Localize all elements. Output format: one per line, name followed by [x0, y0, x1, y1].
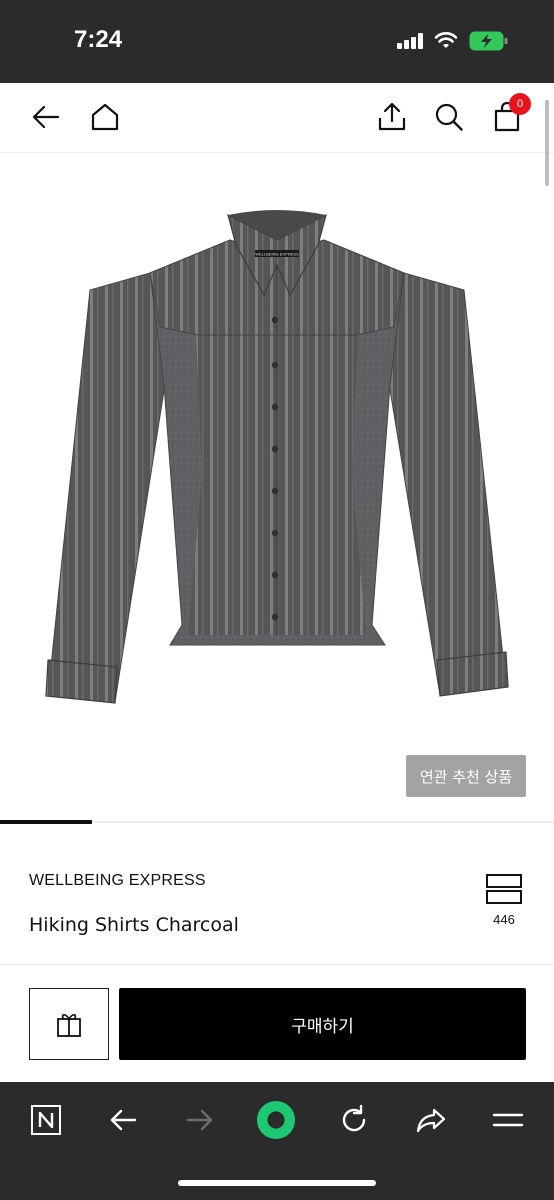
image-pager-active	[0, 820, 92, 824]
back-icon[interactable]	[103, 1100, 143, 1140]
cellular-signal-icon	[397, 33, 423, 49]
menu-icon[interactable]	[488, 1100, 528, 1140]
forward-icon[interactable]	[180, 1100, 220, 1140]
home-icon[interactable]	[89, 101, 121, 133]
related-products-button[interactable]: 연관 추천 상품	[406, 755, 526, 797]
back-arrow-icon[interactable]	[30, 101, 62, 133]
naver-logo-icon[interactable]	[26, 1100, 66, 1140]
scroll-indicator[interactable]	[545, 100, 549, 186]
like-count: 446	[493, 912, 515, 927]
status-time: 7:24	[74, 26, 123, 53]
gift-icon	[57, 1014, 81, 1037]
share-icon[interactable]	[376, 101, 408, 133]
buy-button[interactable]: 구매하기	[119, 988, 526, 1060]
product-image[interactable]: WELLBEING EXPRESS	[0, 155, 554, 815]
divider	[0, 964, 554, 965]
like-icon[interactable]	[486, 874, 522, 904]
collar-label-text: WELLBEING EXPRESS	[255, 252, 299, 257]
cart-count-badge: 0	[509, 93, 531, 115]
app-header	[0, 83, 554, 153]
status-bar: 7:24	[0, 0, 554, 83]
green-dot-icon[interactable]	[256, 1100, 296, 1140]
gift-button[interactable]	[29, 988, 109, 1060]
refresh-icon[interactable]	[334, 1100, 374, 1140]
search-icon[interactable]	[433, 101, 465, 133]
home-indicator	[178, 1180, 376, 1186]
share-forward-icon[interactable]	[411, 1100, 451, 1140]
wifi-icon	[434, 32, 458, 48]
brand-name[interactable]: WELLBEING EXPRESS	[29, 872, 206, 890]
product-name: Hiking Shirts Charcoal	[29, 914, 239, 936]
battery-charging-icon	[469, 31, 508, 51]
